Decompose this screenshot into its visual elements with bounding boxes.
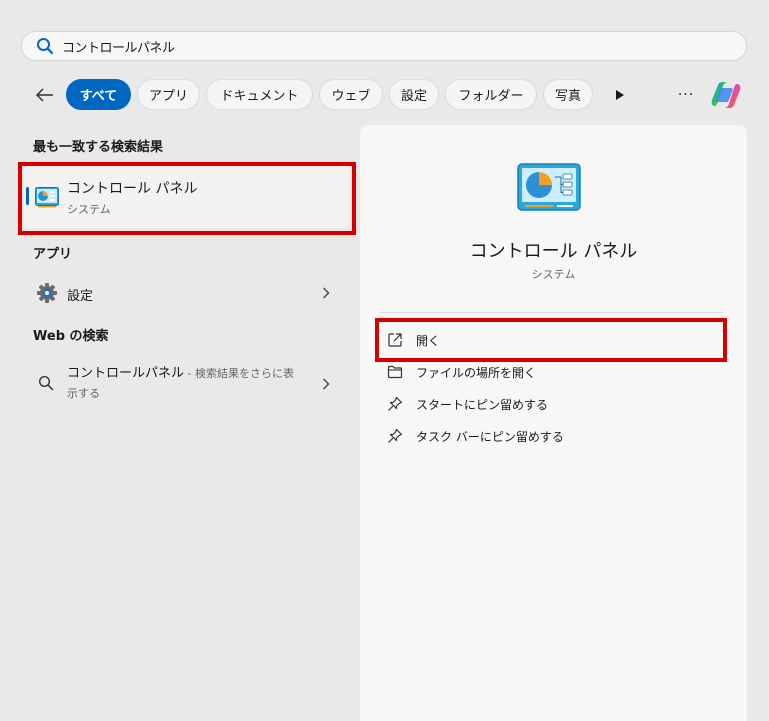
preview-divider bbox=[380, 312, 724, 313]
search-icon bbox=[37, 38, 54, 55]
best-match-subtitle: システム bbox=[67, 203, 111, 216]
tab-apps[interactable]: アプリ bbox=[137, 79, 200, 110]
action-open-label: 開く bbox=[416, 334, 441, 348]
tab-web[interactable]: ウェブ bbox=[319, 79, 383, 110]
web-search-text: コントロールパネル - 検索結果をさらに表示する bbox=[67, 364, 297, 404]
search-input[interactable] bbox=[62, 38, 702, 54]
tab-all[interactable]: すべて bbox=[66, 79, 131, 110]
copilot-icon[interactable] bbox=[709, 80, 743, 110]
preview-title: コントロール パネル bbox=[469, 241, 638, 262]
web-search-heading: Web の検索 bbox=[33, 329, 109, 344]
best-match-control-panel[interactable]: コントロール パネル システム bbox=[24, 166, 350, 228]
search-box[interactable] bbox=[21, 31, 747, 61]
folder-icon bbox=[387, 365, 403, 379]
web-search-result[interactable]: コントロールパネル - 検索結果をさらに表示する bbox=[24, 364, 350, 408]
chevron-right-icon bbox=[323, 287, 330, 299]
more-tabs-button[interactable] bbox=[611, 87, 629, 103]
action-pin-to-taskbar[interactable]: タスク バーにピン留めする bbox=[380, 422, 724, 450]
pin-icon bbox=[388, 396, 403, 411]
app-item-label: 設定 bbox=[67, 289, 94, 304]
tab-settings[interactable]: 設定 bbox=[389, 79, 439, 110]
control-panel-large-icon bbox=[517, 163, 581, 211]
open-external-icon bbox=[388, 333, 402, 347]
tab-documents[interactable]: ドキュメント bbox=[206, 79, 313, 110]
tab-folders[interactable]: フォルダー bbox=[445, 79, 537, 110]
pin-icon bbox=[388, 428, 403, 443]
back-arrow-icon bbox=[35, 88, 53, 102]
chevron-right-icon bbox=[323, 378, 330, 390]
selection-indicator bbox=[26, 187, 29, 205]
app-item-settings[interactable]: 設定 bbox=[24, 280, 350, 306]
preview-subtitle: システム bbox=[531, 268, 576, 281]
filter-tabs: すべて アプリ ドキュメント ウェブ 設定 フォルダー 写真 ··· bbox=[0, 79, 769, 111]
more-options-button[interactable]: ··· bbox=[672, 81, 700, 109]
control-panel-icon bbox=[35, 187, 59, 208]
back-button[interactable] bbox=[32, 83, 58, 107]
best-match-heading: 最も一致する検索結果 bbox=[33, 140, 164, 155]
tab-photos[interactable]: 写真 bbox=[543, 79, 593, 110]
apps-heading: アプリ bbox=[33, 247, 73, 262]
preview-panel: コントロール パネル システム 開く ファイルの場所を開く スタートにピン留めす… bbox=[360, 125, 747, 721]
action-pin-to-start[interactable]: スタートにピン留めする bbox=[380, 390, 724, 418]
action-open-file-location[interactable]: ファイルの場所を開く bbox=[380, 358, 724, 386]
play-icon bbox=[616, 90, 624, 100]
action-pin-to-start-label: スタートにピン留めする bbox=[416, 398, 549, 412]
action-open-file-location-label: ファイルの場所を開く bbox=[416, 366, 537, 380]
action-open[interactable]: 開く bbox=[380, 326, 724, 354]
settings-gear-icon bbox=[37, 283, 57, 303]
action-pin-to-taskbar-label: タスク バーにピン留めする bbox=[416, 430, 564, 444]
web-search-query: コントロールパネル bbox=[67, 366, 185, 381]
search-icon bbox=[38, 375, 54, 391]
best-match-name: コントロール パネル bbox=[67, 181, 198, 197]
